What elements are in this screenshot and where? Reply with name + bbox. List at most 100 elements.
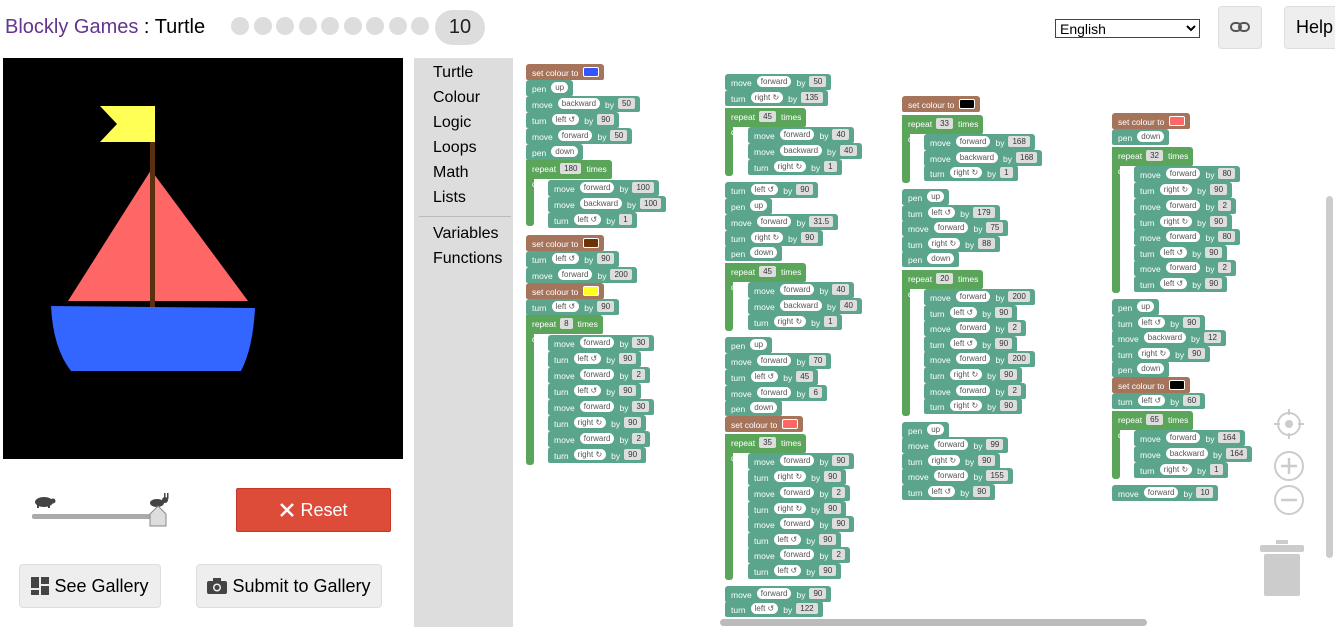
- category-colour[interactable]: Colour: [433, 89, 480, 107]
- number-field[interactable]: 200: [610, 269, 632, 281]
- set-colour-block[interactable]: set colour to: [1112, 113, 1191, 129]
- turn-block[interactable]: turn left ↺ by 90: [526, 112, 620, 128]
- turn-dropdown[interactable]: right ↻: [949, 167, 983, 179]
- number-field[interactable]: 90: [796, 184, 814, 196]
- turn-block[interactable]: turn left ↺ by 45: [725, 369, 819, 385]
- pen-block[interactable]: pen down: [1112, 361, 1170, 377]
- move-dropdown[interactable]: forward: [1165, 168, 1201, 180]
- number-field[interactable]: 90: [1210, 216, 1228, 228]
- number-field[interactable]: 90: [973, 486, 991, 498]
- turn-dropdown[interactable]: right ↻: [573, 417, 607, 429]
- turn-block[interactable]: turn right ↻ by 1: [1134, 462, 1228, 478]
- move-block[interactable]: move forward by 50: [526, 128, 633, 144]
- colour-swatch[interactable]: [583, 66, 600, 77]
- number-field[interactable]: 80: [1218, 168, 1236, 180]
- move-block[interactable]: move forward by 200: [526, 267, 637, 283]
- level-dot-7[interactable]: [366, 17, 384, 35]
- number-field[interactable]: 80: [1218, 231, 1236, 243]
- reset-button[interactable]: Reset: [236, 488, 391, 532]
- pen-block[interactable]: pen down: [902, 251, 960, 267]
- turn-dropdown[interactable]: left ↺: [949, 338, 978, 350]
- set-colour-block[interactable]: set colour to: [526, 64, 605, 80]
- submit-gallery-button[interactable]: Submit to Gallery: [196, 564, 382, 608]
- pen-block[interactable]: pen up: [526, 80, 574, 96]
- number-field[interactable]: 90: [1188, 348, 1206, 360]
- move-dropdown[interactable]: forward: [779, 518, 815, 530]
- number-field[interactable]: 90: [832, 455, 850, 467]
- number-field[interactable]: 90: [597, 253, 615, 265]
- move-dropdown[interactable]: backward: [1165, 448, 1209, 460]
- move-dropdown[interactable]: forward: [1143, 487, 1179, 499]
- move-dropdown[interactable]: forward: [779, 487, 815, 499]
- number-field[interactable]: 179: [973, 207, 995, 219]
- number-field[interactable]: 164: [1218, 432, 1240, 444]
- number-field[interactable]: 90: [1000, 400, 1018, 412]
- number-field[interactable]: 75: [986, 222, 1004, 234]
- move-block[interactable]: move forward by 30: [548, 399, 655, 415]
- move-block[interactable]: move forward by 2: [1134, 260, 1236, 276]
- set-colour-block[interactable]: set colour to: [725, 416, 804, 432]
- level-dot-5[interactable]: [321, 17, 339, 35]
- number-field[interactable]: 90: [801, 232, 819, 244]
- turn-block[interactable]: turn right ↻ by 90: [548, 447, 647, 463]
- turn-dropdown[interactable]: right ↻: [773, 316, 807, 328]
- number-field[interactable]: 45: [796, 371, 814, 383]
- number-field[interactable]: 2: [832, 549, 845, 561]
- repeat-block[interactable]: repeat 8 times do: [526, 315, 603, 344]
- move-dropdown[interactable]: forward: [1165, 262, 1201, 274]
- horizontal-scrollbar[interactable]: [720, 619, 1147, 626]
- repeat-count[interactable]: 32: [1146, 150, 1164, 162]
- number-field[interactable]: 100: [632, 182, 654, 194]
- number-field[interactable]: 90: [819, 565, 837, 577]
- move-dropdown[interactable]: forward: [933, 470, 969, 482]
- level-dot-3[interactable]: [276, 17, 294, 35]
- number-field[interactable]: 2: [832, 487, 845, 499]
- set-colour-block[interactable]: set colour to: [1112, 377, 1191, 393]
- number-field[interactable]: 1: [1210, 464, 1223, 476]
- move-block[interactable]: move forward by 2: [924, 383, 1026, 399]
- pen-dropdown[interactable]: down: [1137, 131, 1165, 143]
- turn-dropdown[interactable]: right ↻: [1159, 184, 1193, 196]
- number-field[interactable]: 50: [809, 76, 827, 88]
- move-dropdown[interactable]: forward: [579, 433, 615, 445]
- move-block[interactable]: move forward by 90: [748, 516, 855, 532]
- move-block[interactable]: move forward by 2: [1134, 198, 1236, 214]
- number-field[interactable]: 2: [632, 369, 645, 381]
- repeat-count[interactable]: 20: [936, 273, 954, 285]
- colour-swatch[interactable]: [1169, 115, 1186, 126]
- turn-dropdown[interactable]: right ↻: [949, 369, 983, 381]
- move-dropdown[interactable]: forward: [955, 291, 991, 303]
- number-field[interactable]: 200: [1008, 291, 1030, 303]
- colour-swatch[interactable]: [782, 418, 799, 429]
- level-dot-8[interactable]: [388, 17, 407, 35]
- move-dropdown[interactable]: forward: [779, 129, 815, 141]
- number-field[interactable]: 2: [632, 433, 645, 445]
- move-dropdown[interactable]: forward: [579, 401, 615, 413]
- turn-block[interactable]: turn left ↺ by 90: [1134, 276, 1228, 292]
- turn-dropdown[interactable]: left ↺: [551, 114, 580, 126]
- move-block[interactable]: move forward by 90: [748, 453, 855, 469]
- repeat-count[interactable]: 33: [936, 118, 954, 130]
- move-dropdown[interactable]: forward: [955, 136, 991, 148]
- move-block[interactable]: move forward by 2: [924, 320, 1026, 336]
- turn-dropdown[interactable]: left ↺: [750, 603, 779, 615]
- turn-dropdown[interactable]: right ↻: [773, 471, 807, 483]
- set-colour-block[interactable]: set colour to: [526, 235, 605, 251]
- pen-dropdown[interactable]: down: [1137, 363, 1165, 375]
- level-dot-6[interactable]: [343, 17, 362, 35]
- turn-block[interactable]: turn right ↻ by 90: [725, 230, 824, 246]
- vertical-scrollbar[interactable]: [1326, 196, 1333, 558]
- number-field[interactable]: 90: [809, 588, 827, 600]
- colour-swatch[interactable]: [583, 285, 600, 296]
- move-block[interactable]: move backward by 168: [924, 150, 1043, 166]
- number-field[interactable]: 90: [995, 307, 1013, 319]
- turn-dropdown[interactable]: right ↻: [773, 503, 807, 515]
- turn-block[interactable]: turn left ↺ by 90: [902, 484, 996, 500]
- move-dropdown[interactable]: forward: [779, 284, 815, 296]
- level-dot-1[interactable]: [231, 17, 249, 35]
- number-field[interactable]: 60: [1183, 395, 1201, 407]
- number-field[interactable]: 90: [824, 471, 842, 483]
- turn-dropdown[interactable]: right ↻: [750, 232, 784, 244]
- turn-block[interactable]: turn left ↺ by 90: [526, 251, 620, 267]
- move-dropdown[interactable]: forward: [1165, 432, 1201, 444]
